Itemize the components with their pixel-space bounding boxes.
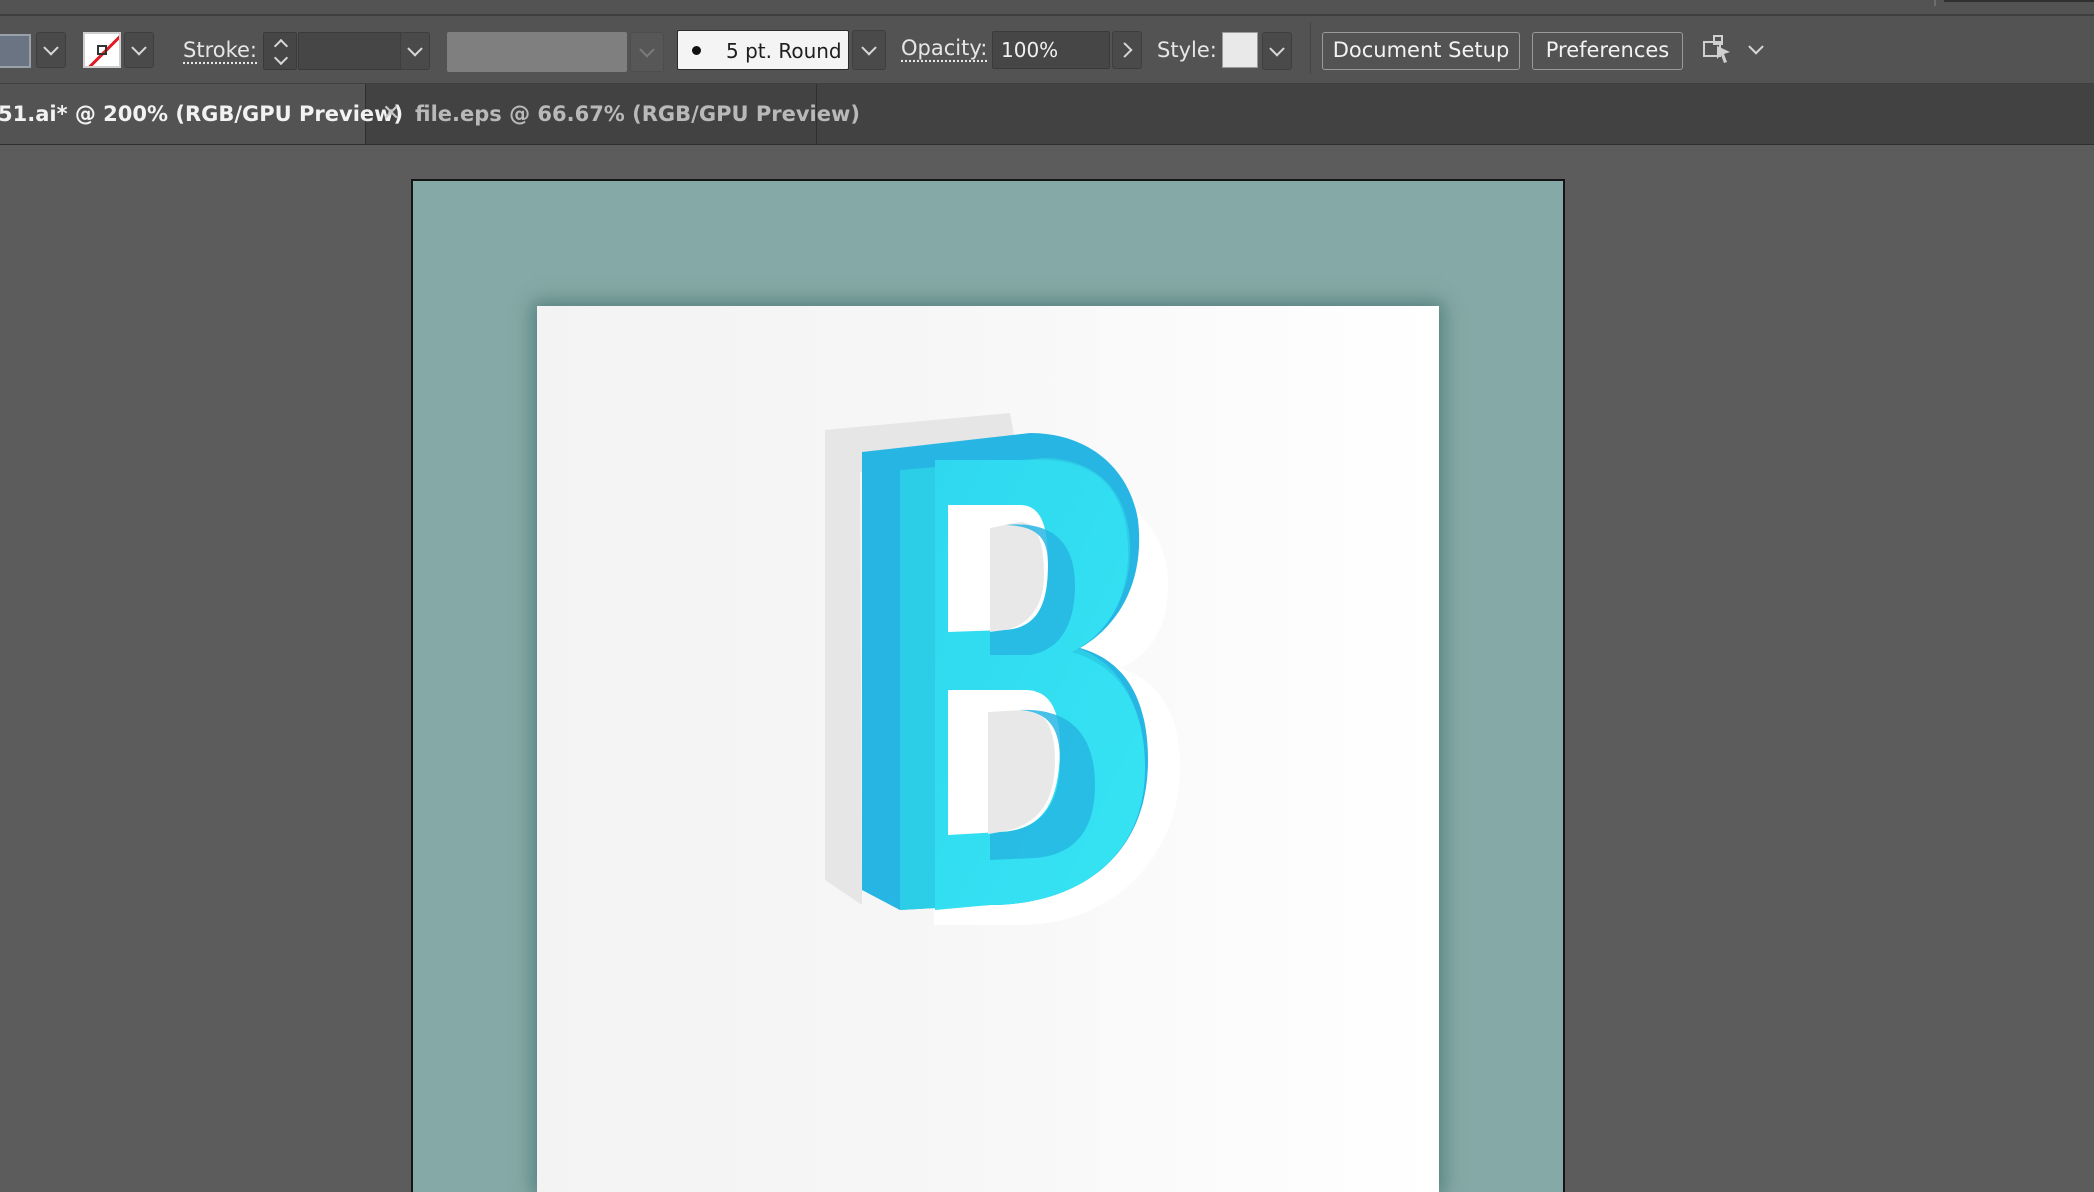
control-bar-menu-button[interactable] <box>1742 34 1770 64</box>
arrange-documents-icon[interactable] <box>1700 32 1736 68</box>
top-edge-line <box>0 14 2094 16</box>
stroke-label[interactable]: Stroke: <box>183 38 257 62</box>
style-label: Style: <box>1157 38 1217 62</box>
brush-dropdown-button[interactable] <box>852 30 886 70</box>
close-icon[interactable]: ✕ <box>382 84 400 144</box>
stroke-weight-dropdown[interactable] <box>400 32 430 70</box>
chevron-down-icon <box>639 42 655 58</box>
opacity-input[interactable]: 100% <box>992 31 1110 69</box>
control-bar: Stroke: 5 pt. Round Opacity: 100% Style:… <box>0 0 2094 84</box>
profile-dropdown-button[interactable] <box>630 32 664 72</box>
fill-dropdown-button[interactable] <box>36 32 66 68</box>
tab-document-active[interactable]: 51.ai* @ 200% (RGB/GPU Preview) <box>0 84 403 144</box>
chevron-down-icon <box>1269 41 1285 57</box>
tab-title: file.eps @ 66.67% (RGB/GPU Preview) <box>415 102 860 126</box>
stroke-weight-stepper[interactable] <box>263 32 297 70</box>
toolbar-divider <box>1310 22 1311 74</box>
chevron-down-icon <box>43 40 59 56</box>
tab-document-inactive[interactable]: ✕ file.eps @ 66.67% (RGB/GPU Preview) <box>367 84 860 144</box>
stroke-weight-input[interactable] <box>298 32 402 70</box>
stroke-dropdown-button[interactable] <box>124 32 154 68</box>
stroke-color-swatch[interactable] <box>83 32 121 68</box>
graphic-style-swatch[interactable] <box>1222 32 1258 68</box>
preferences-button[interactable]: Preferences <box>1532 32 1683 70</box>
chevron-down-icon[interactable] <box>273 50 289 66</box>
chevron-down-icon <box>407 41 423 57</box>
style-dropdown-button[interactable] <box>1262 32 1292 70</box>
tab-title: 51.ai* @ 200% (RGB/GPU Preview) <box>0 102 404 126</box>
chevron-right-icon <box>1117 42 1133 58</box>
variable-width-profile[interactable] <box>447 32 627 72</box>
chevron-down-icon <box>1748 39 1764 55</box>
opacity-label[interactable]: Opacity: <box>901 36 987 60</box>
workspace-switcher-edge <box>1944 0 2094 2</box>
transform-icon <box>1703 35 1730 63</box>
letter-b-artwork[interactable] <box>780 400 1200 940</box>
stroke-square-icon <box>97 45 107 55</box>
brush-dot-icon <box>692 46 701 55</box>
document-tab-bar: 51.ai* @ 200% (RGB/GPU Preview) ✕ file.e… <box>0 84 2094 145</box>
brush-definition-field[interactable]: 5 pt. Round <box>677 30 849 70</box>
opacity-expand-button[interactable] <box>1112 31 1142 69</box>
brush-label: 5 pt. Round <box>726 39 842 63</box>
top-edge-tick <box>1934 0 1936 6</box>
document-setup-button[interactable]: Document Setup <box>1322 32 1520 70</box>
chevron-down-icon <box>861 40 877 56</box>
chevron-down-icon <box>131 40 147 56</box>
fill-color-swatch[interactable] <box>0 34 31 68</box>
